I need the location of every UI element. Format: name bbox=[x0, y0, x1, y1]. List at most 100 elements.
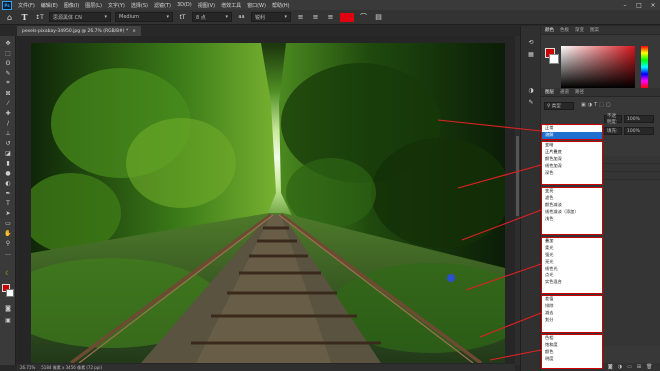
close-icon[interactable]: × bbox=[646, 0, 660, 10]
menu-filter[interactable]: 滤镜(T) bbox=[151, 2, 174, 9]
blend-mode-option[interactable]: 正片叠底 bbox=[542, 149, 602, 156]
background-color-chip[interactable] bbox=[549, 54, 559, 64]
menu-file[interactable]: 文件(F) bbox=[15, 2, 38, 9]
menu-image[interactable]: 图像(I) bbox=[61, 2, 82, 9]
canvas-area[interactable] bbox=[17, 36, 515, 365]
text-orientation-icon[interactable]: ↕T bbox=[34, 12, 45, 23]
blend-mode-option[interactable]: 变亮 bbox=[542, 188, 602, 195]
tab-channels[interactable]: 通道 bbox=[560, 89, 569, 95]
blend-mode-option[interactable]: 实色混合 bbox=[542, 279, 602, 286]
menu-edit[interactable]: 编辑(E) bbox=[38, 2, 61, 9]
layer-filter-icons[interactable]: ▣◑T⬚▢ bbox=[581, 102, 613, 108]
new-group-icon[interactable]: ▭ bbox=[627, 364, 632, 370]
font-family-select[interactable]: 思源黑体 CN ▾ bbox=[49, 12, 111, 22]
gradient-tool-icon[interactable]: ▮ bbox=[3, 159, 13, 167]
history-panel-icon[interactable]: ⟲ bbox=[526, 38, 536, 47]
lasso-tool-icon[interactable]: ʘ bbox=[3, 59, 13, 67]
hand-tool-icon[interactable]: ✋ bbox=[3, 229, 13, 237]
brush-tool-icon[interactable]: ∕ bbox=[3, 119, 13, 127]
blend-mode-option[interactable]: 变暗 bbox=[542, 142, 602, 149]
path-select-tool-icon[interactable]: ➤ bbox=[3, 209, 13, 217]
blend-mode-option[interactable]: 浅色 bbox=[542, 216, 602, 223]
blend-mode-option[interactable]: 滤色 bbox=[542, 195, 602, 202]
dodge-tool-icon[interactable]: ◐ bbox=[3, 179, 13, 187]
blend-mode-option[interactable]: 减去 bbox=[542, 310, 602, 317]
antialias-select[interactable]: 锐利 ▾ bbox=[251, 12, 291, 22]
blend-mode-option[interactable]: 明度 bbox=[542, 356, 602, 363]
background-color-swatch[interactable] bbox=[6, 289, 14, 297]
blend-mode-option[interactable]: 颜色 bbox=[542, 349, 602, 356]
eraser-tool-icon[interactable]: ◪ bbox=[3, 149, 13, 157]
marquee-tool-icon[interactable]: ⬚ bbox=[3, 49, 13, 57]
blend-mode-option[interactable]: 强光 bbox=[542, 252, 602, 259]
scrollbar-thumb[interactable] bbox=[516, 136, 519, 216]
menu-help[interactable]: 帮助(H) bbox=[269, 2, 293, 9]
blend-mode-option[interactable]: 深色 bbox=[542, 170, 602, 177]
blend-mode-option[interactable]: 溶解 bbox=[542, 131, 602, 139]
blend-mode-option[interactable]: 颜色加深 bbox=[542, 156, 602, 163]
warp-text-icon[interactable]: ⌒ bbox=[358, 12, 369, 23]
screen-mode-icon[interactable]: ▣ bbox=[3, 316, 13, 324]
tab-layers[interactable]: 图层 bbox=[545, 89, 554, 95]
minimize-icon[interactable]: – bbox=[618, 0, 632, 10]
character-panel-icon[interactable]: ▤ bbox=[373, 12, 384, 23]
add-mask-icon[interactable]: ◙ bbox=[608, 364, 613, 370]
document-tab[interactable]: pexels-pixabay-34950.jpg @ 26.7% (RGB/8#… bbox=[17, 26, 142, 36]
blend-mode-option[interactable]: 线性加深 bbox=[542, 163, 602, 170]
new-layer-icon[interactable]: ⊞ bbox=[637, 364, 641, 370]
frame-tool-icon[interactable]: ⊠ bbox=[3, 89, 13, 97]
tab-patterns[interactable]: 图案 bbox=[590, 27, 599, 33]
blend-mode-option[interactable]: 饱和度 bbox=[542, 342, 602, 349]
pen-tool-icon[interactable]: ✒ bbox=[3, 189, 13, 197]
move-tool-icon[interactable]: ✥ bbox=[3, 39, 13, 47]
color-picker-field[interactable] bbox=[561, 46, 635, 88]
blend-mode-option[interactable]: 排除 bbox=[542, 303, 602, 310]
blend-mode-option[interactable]: 差值 bbox=[542, 296, 602, 303]
blend-mode-option[interactable]: 划分 bbox=[542, 317, 602, 324]
trash-icon[interactable]: 🗑 bbox=[646, 364, 652, 370]
menu-type[interactable]: 文字(Y) bbox=[105, 2, 128, 9]
menu-select[interactable]: 选择(S) bbox=[128, 2, 151, 9]
blend-mode-option[interactable]: 叠加 bbox=[542, 238, 602, 245]
hue-slider[interactable] bbox=[641, 46, 648, 88]
brush-settings-icon[interactable]: ✎ bbox=[526, 98, 536, 107]
blend-mode-option[interactable]: 正常 bbox=[542, 125, 602, 132]
blend-mode-option[interactable]: 颜色减淡 bbox=[542, 202, 602, 209]
menu-window[interactable]: 窗口(W) bbox=[244, 2, 269, 9]
text-color-swatch[interactable] bbox=[340, 12, 354, 22]
adjustment-layer-icon[interactable]: ◑ bbox=[618, 364, 622, 370]
quick-mask-icon[interactable]: ◙ bbox=[3, 304, 13, 312]
tab-gradients[interactable]: 渐变 bbox=[575, 27, 584, 33]
clone-stamp-icon[interactable]: ⊥ bbox=[3, 129, 13, 137]
menu-plugins[interactable]: 增效工具 bbox=[218, 2, 244, 9]
properties-panel-icon[interactable]: ▦ bbox=[526, 50, 536, 59]
zoom-tool-icon[interactable]: ⚲ bbox=[3, 239, 13, 247]
zoom-level[interactable]: 26.71% bbox=[20, 365, 35, 370]
align-left-icon[interactable]: ≡ bbox=[295, 12, 306, 23]
close-tab-icon[interactable]: × bbox=[132, 29, 136, 34]
crop-tool-icon[interactable]: ⌗ bbox=[3, 79, 13, 87]
rectangle-tool-icon[interactable]: ▭ bbox=[3, 219, 13, 227]
blend-mode-option[interactable]: 亮光 bbox=[542, 259, 602, 266]
eyedropper-tool-icon[interactable]: ⁄ bbox=[3, 99, 13, 107]
quick-select-tool-icon[interactable]: ✎ bbox=[3, 69, 13, 77]
menu-layer[interactable]: 图层(L) bbox=[82, 2, 105, 9]
healing-brush-icon[interactable]: ✚ bbox=[3, 109, 13, 117]
menu-view[interactable]: 视图(V) bbox=[195, 2, 218, 9]
font-style-select[interactable]: Medium ▾ bbox=[115, 12, 173, 22]
blend-mode-option[interactable]: 线性减淡（添加） bbox=[542, 209, 602, 216]
blend-mode-option[interactable]: 色相 bbox=[542, 335, 602, 342]
blend-mode-option[interactable]: 柔光 bbox=[542, 245, 602, 252]
align-right-icon[interactable]: ≡ bbox=[325, 12, 336, 23]
layer-kind-filter[interactable]: ⚲ 类型 bbox=[544, 102, 574, 110]
tab-paths[interactable]: 路径 bbox=[575, 89, 584, 95]
home-icon[interactable]: ⌂ bbox=[4, 12, 15, 23]
menu-3d[interactable]: 3D(D) bbox=[174, 2, 195, 8]
fill-input[interactable]: 100% bbox=[624, 127, 654, 135]
align-center-icon[interactable]: ≡ bbox=[310, 12, 321, 23]
opacity-input[interactable]: 100% bbox=[624, 115, 654, 123]
more-tools-icon[interactable]: … bbox=[3, 249, 13, 257]
blur-tool-icon[interactable]: ● bbox=[3, 169, 13, 177]
maximize-icon[interactable]: □ bbox=[632, 0, 646, 10]
tab-color[interactable]: 颜色 bbox=[545, 27, 554, 33]
